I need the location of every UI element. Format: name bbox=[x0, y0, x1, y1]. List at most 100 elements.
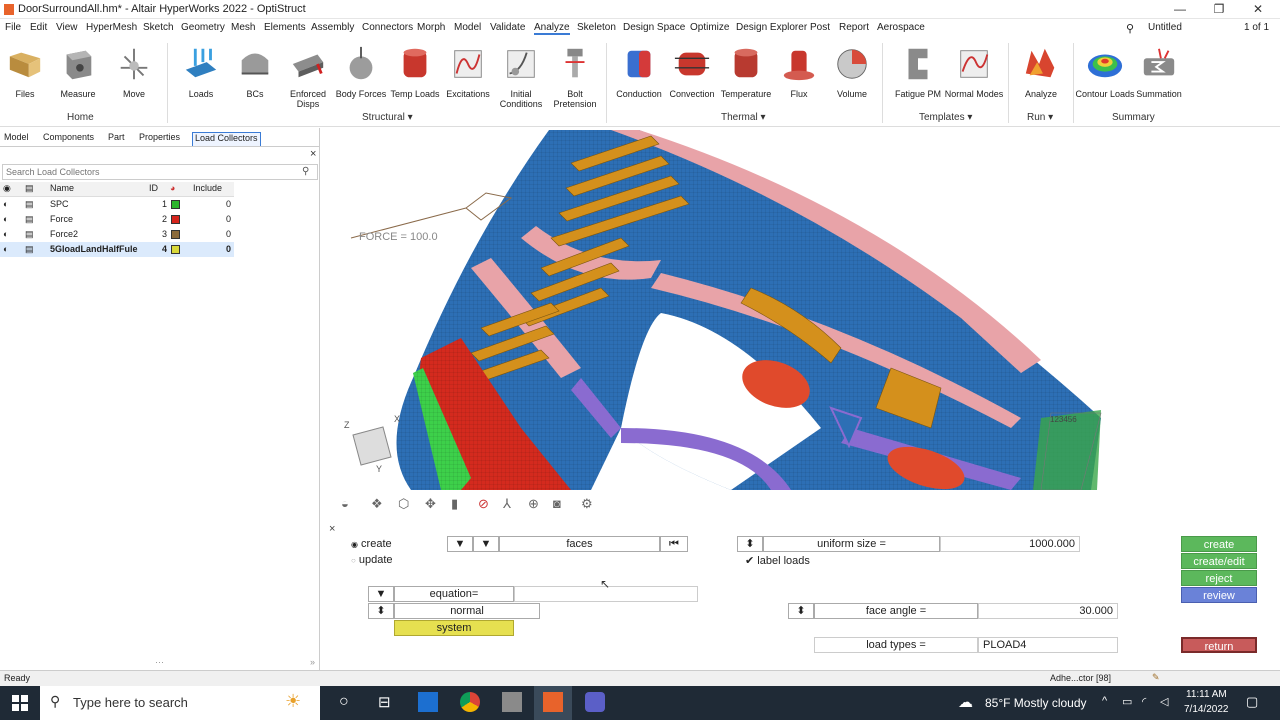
return-button[interactable]: return bbox=[1181, 637, 1257, 653]
pan-icon[interactable]: ⬡ bbox=[398, 496, 409, 512]
visibility-icon[interactable]: ◐ bbox=[3, 244, 8, 254]
initial-conditions-button[interactable]: Initial Conditions bbox=[491, 45, 551, 109]
tab-part[interactable]: Part bbox=[106, 132, 127, 146]
entity-filter-dropdown[interactable]: ▼ bbox=[473, 536, 499, 552]
menu-analyze[interactable]: Analyze bbox=[534, 22, 570, 35]
move-button[interactable]: Move bbox=[104, 45, 164, 99]
magnitude-dropdown[interactable]: ▼ bbox=[368, 586, 394, 602]
normal-modes-button[interactable]: Normal Modes bbox=[944, 45, 1004, 99]
menu-skeleton[interactable]: Skeleton bbox=[577, 22, 616, 33]
graphics-viewport[interactable]: FORCE = 100.0 123456 Z X Y bbox=[321, 128, 1280, 490]
create-button[interactable]: create bbox=[1181, 536, 1257, 552]
temp-loads-button[interactable]: Temp Loads bbox=[385, 45, 445, 99]
reject-button[interactable]: reject bbox=[1181, 570, 1257, 586]
chrome-icon[interactable] bbox=[460, 692, 480, 712]
volume-button[interactable]: Volume bbox=[822, 45, 882, 99]
menu-connectors[interactable]: Connectors bbox=[362, 22, 413, 33]
normal-selector[interactable]: normal bbox=[394, 603, 540, 619]
close-button[interactable]: ✕ bbox=[1243, 1, 1273, 18]
search-icon[interactable]: ⚲ bbox=[302, 166, 309, 177]
face-angle-toggle[interactable]: ⬍ bbox=[788, 603, 814, 619]
fit-view-icon[interactable]: ◒ bbox=[341, 496, 349, 511]
camera-icon[interactable]: ◙ bbox=[553, 496, 561, 511]
convection-button[interactable]: Convection bbox=[662, 45, 722, 99]
search-icon[interactable]: ⚲ bbox=[1126, 22, 1134, 35]
uniform-size-toggle[interactable]: ⬍ bbox=[737, 536, 763, 552]
file-app-icon[interactable] bbox=[502, 692, 522, 712]
enforced-disps-button[interactable]: Enforced Disps bbox=[278, 45, 338, 109]
tab-components[interactable]: Components bbox=[41, 132, 96, 146]
files-button[interactable]: Files bbox=[0, 45, 55, 99]
search-input[interactable] bbox=[2, 164, 318, 180]
menu-aerospace[interactable]: Aerospace bbox=[877, 22, 925, 33]
tray-chevron-icon[interactable]: ^ bbox=[1102, 695, 1107, 707]
summation-button[interactable]: Summation bbox=[1129, 45, 1189, 99]
magnify-icon[interactable]: ⊕ bbox=[528, 496, 539, 512]
session-dropdown[interactable]: Untitled bbox=[1148, 22, 1182, 33]
weather-text[interactable]: 85°F Mostly cloudy bbox=[985, 696, 1087, 710]
settings-icon[interactable]: ⚙ bbox=[581, 496, 593, 512]
update-radio[interactable]: ○ update bbox=[351, 554, 393, 566]
restore-button[interactable]: ❐ bbox=[1204, 1, 1234, 18]
resize-grip-icon[interactable]: ⋯ bbox=[155, 657, 164, 668]
measure-button[interactable]: Measure bbox=[48, 45, 108, 99]
clock-time[interactable]: 11:11 AM bbox=[1186, 689, 1227, 700]
color-swatch[interactable] bbox=[171, 230, 180, 239]
column-include[interactable]: Include bbox=[193, 183, 222, 197]
menu-assembly[interactable]: Assembly bbox=[311, 22, 354, 33]
clock-date[interactable]: 7/14/2022 bbox=[1184, 704, 1229, 715]
hide-icon[interactable]: ⊘ bbox=[478, 496, 489, 512]
color-swatch[interactable] bbox=[171, 215, 180, 224]
menu-hypermesh[interactable]: HyperMesh bbox=[86, 22, 137, 33]
section-cut-icon[interactable]: ▮ bbox=[451, 496, 458, 512]
wifi-icon[interactable]: ◜ bbox=[1142, 695, 1146, 708]
triad-icon[interactable]: ⅄ bbox=[503, 496, 511, 512]
reset-selection-icon[interactable]: ⏮ bbox=[660, 536, 688, 552]
contour-loads-button[interactable]: Contour Loads bbox=[1075, 45, 1135, 99]
taskbar-search[interactable]: ⚲ Type here to search ☀ bbox=[40, 686, 320, 720]
menu-model[interactable]: Model bbox=[454, 22, 481, 33]
menu-elements[interactable]: Elements bbox=[264, 22, 306, 33]
temperature-button[interactable]: Temperature bbox=[716, 45, 776, 99]
uniform-size-input[interactable]: 1000.000 bbox=[940, 536, 1080, 552]
flux-button[interactable]: Flux bbox=[769, 45, 829, 99]
color-swatch[interactable] bbox=[171, 245, 180, 254]
face-angle-input[interactable]: 30.000 bbox=[978, 603, 1118, 619]
visibility-icon[interactable]: ◐ bbox=[3, 229, 8, 239]
menu-validate[interactable]: Validate bbox=[490, 22, 525, 33]
body-forces-button[interactable]: Body Forces bbox=[331, 45, 391, 99]
notifications-icon[interactable]: ▢ bbox=[1246, 694, 1258, 710]
table-row[interactable]: ◐ ▤ Force2 3 0 bbox=[0, 227, 234, 242]
system-selector[interactable]: system bbox=[394, 620, 514, 636]
menu-sketch[interactable]: Sketch bbox=[143, 22, 174, 33]
entity-type-dropdown[interactable]: ▼ bbox=[447, 536, 473, 552]
tab-properties[interactable]: Properties bbox=[137, 132, 182, 146]
color-swatch[interactable] bbox=[171, 200, 180, 209]
excitations-button[interactable]: Excitations bbox=[438, 45, 498, 99]
column-id[interactable]: ID bbox=[149, 183, 158, 197]
orientation-toggle[interactable]: ⬍ bbox=[368, 603, 394, 619]
table-row[interactable]: ◐ ▤ SPC 1 0 bbox=[0, 197, 234, 212]
fatigue-pm-button[interactable]: Fatigue PM bbox=[888, 45, 948, 99]
weather-icon[interactable]: ☁ bbox=[958, 693, 973, 711]
volume-icon[interactable]: ◁ bbox=[1160, 695, 1168, 708]
load-types-input[interactable]: PLOAD4 bbox=[978, 637, 1118, 653]
menu-morph[interactable]: Morph bbox=[417, 22, 445, 33]
label-loads-checkbox[interactable]: ✔ label loads bbox=[745, 554, 810, 567]
menu-view[interactable]: View bbox=[56, 22, 78, 33]
close-icon[interactable]: × bbox=[310, 148, 316, 160]
menu-file[interactable]: File bbox=[5, 22, 21, 33]
task-view-icon[interactable]: ⊟ bbox=[378, 693, 391, 711]
bolt-pretension-button[interactable]: Bolt Pretension bbox=[545, 45, 605, 109]
bcs-button[interactable]: BCs bbox=[225, 45, 285, 99]
close-icon[interactable]: × bbox=[329, 523, 335, 535]
network-icon[interactable]: ▭ bbox=[1122, 695, 1132, 708]
analyze-button[interactable]: Analyze bbox=[1011, 45, 1071, 99]
visibility-icon[interactable]: ◐ bbox=[3, 199, 8, 209]
cortana-icon[interactable]: ○ bbox=[339, 693, 349, 711]
menu-mesh[interactable]: Mesh bbox=[231, 22, 255, 33]
column-name[interactable]: Name bbox=[50, 183, 74, 197]
outlook-icon[interactable] bbox=[418, 692, 438, 712]
rotate-icon[interactable]: ❖ bbox=[371, 496, 383, 512]
menu-optimize[interactable]: Optimize bbox=[690, 22, 729, 33]
